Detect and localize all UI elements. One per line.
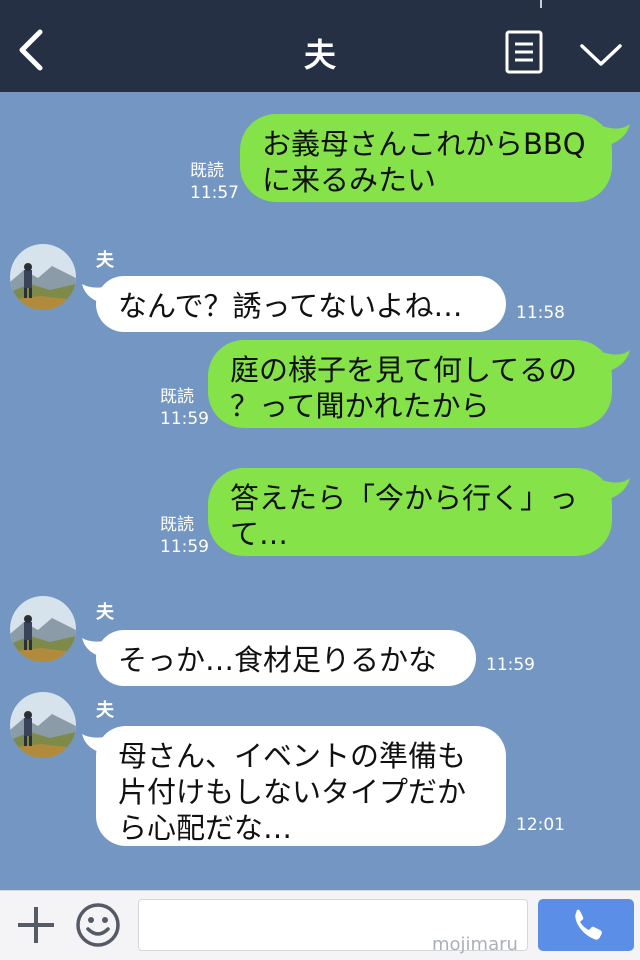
input-bar — [0, 890, 640, 960]
bubble-tail — [602, 350, 630, 372]
message-line: 庭の様子を見て何してるの — [230, 353, 578, 387]
message-line: 母さん、イベントの準備も — [118, 739, 467, 773]
emoji-icon — [76, 903, 120, 947]
chat-header: 夫 — [0, 0, 640, 92]
dropdown-button[interactable] — [578, 38, 624, 70]
menu-list-icon — [505, 30, 543, 74]
message-line: ？って聞かれたから — [230, 389, 490, 423]
message-time: 11:57 — [190, 183, 239, 203]
message-line: ら心配だな… — [118, 811, 293, 845]
bubble-tail — [602, 478, 630, 500]
message-line: 片付けもしないタイプだか — [118, 775, 467, 809]
message-line: に来るみたい — [262, 163, 437, 197]
message-line: お義母さんこれからBBQ — [262, 127, 586, 161]
avatar[interactable] — [10, 692, 76, 758]
back-button[interactable] — [12, 26, 52, 74]
outgoing-bubble[interactable]: 答えたら「今から行く」っ て… — [208, 468, 630, 556]
sender-name: 夫 — [96, 250, 114, 271]
avatar-landscape-image — [10, 596, 76, 662]
bubble-tail — [82, 638, 110, 658]
avatar-landscape-image — [10, 244, 76, 310]
incoming-bubble[interactable]: 母さん、イベントの準備も 片付けもしないタイプだか ら心配だな… — [82, 726, 506, 846]
emoji-button[interactable] — [74, 901, 122, 949]
message-line: なんで？誘ってないよね… — [118, 289, 463, 323]
chat-title: 夫 — [303, 36, 336, 74]
chevron-down-icon — [580, 44, 622, 66]
bubble-tail — [602, 124, 630, 146]
message-line: て… — [230, 517, 289, 551]
sender-name: 夫 — [96, 602, 114, 623]
phone-icon — [575, 909, 602, 940]
message-line: 答えたら「今から行く」っ — [230, 481, 579, 515]
incoming-bubble[interactable]: なんで？誘ってないよね… — [82, 276, 506, 332]
sender-name: 夫 — [96, 700, 114, 721]
read-receipt: 既読 — [160, 387, 194, 407]
bubble-tail — [82, 734, 110, 754]
status-bar-fragment — [540, 0, 542, 8]
message-meta: 既読 11:57 — [190, 160, 239, 204]
message-time: 11:59 — [160, 409, 209, 429]
avatar[interactable] — [10, 244, 76, 310]
bubble-tail — [82, 284, 110, 304]
avatar[interactable] — [10, 596, 76, 662]
message-line: そっか…食材足りるかな — [118, 643, 438, 677]
watermark: mojimaru — [432, 934, 518, 955]
avatar-landscape-image — [10, 692, 76, 758]
incoming-bubble[interactable]: そっか…食材足りるかな — [82, 630, 476, 686]
outgoing-bubble[interactable]: お義母さんこれからBBQ に来るみたい — [240, 114, 630, 202]
read-receipt: 既読 — [160, 515, 194, 535]
message-time: 11:58 — [516, 303, 565, 323]
back-arrow-icon — [19, 29, 43, 71]
message-time: 12:01 — [516, 815, 565, 835]
call-button[interactable] — [538, 899, 634, 951]
message-time: 11:59 — [160, 537, 209, 557]
menu-button[interactable] — [505, 30, 543, 74]
read-receipt: 既読 — [190, 161, 224, 181]
message-meta: 既読 11:59 — [160, 386, 209, 430]
message-time: 11:59 — [486, 655, 535, 675]
plus-icon — [18, 907, 54, 943]
add-button[interactable] — [14, 903, 58, 947]
message-meta: 既読 11:59 — [160, 514, 209, 558]
outgoing-bubble[interactable]: 庭の様子を見て何してるの ？って聞かれたから — [208, 340, 630, 428]
